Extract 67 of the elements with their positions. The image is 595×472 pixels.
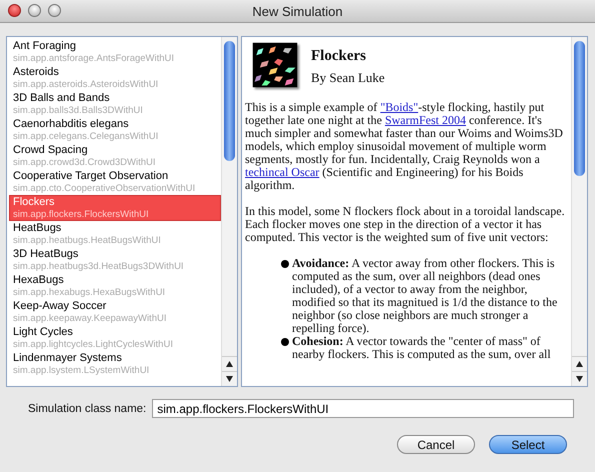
simulation-list-item[interactable]: Keep-Away Soccer sim.app.keepaway.KeepawayWithUI (9, 299, 221, 325)
description-paragraph: This is a simple example of "Boids"-style flocking, hastily put together late one night at the SwarmFest 2004 conference. It's much simpler and somewhat faster than our Woims and Woims3D models, which employ sinusoidal movement of multiple worm segments, mostly for fun. Incidentally, Craig Reynolds won a techincal Oscar (Scientific and Engineering) for his Boids algorithm. (245, 101, 564, 192)
simulation-class-name: sim.app.heatbugs3d.HeatBugs3DWithUI (13, 261, 185, 272)
simulation-name: Keep-Away Soccer (13, 300, 108, 313)
bullet-text: Avoidance: A vector away from other flockers. This is computed as the sum, over all neighbors (dead ones included), of a vector to away from the neighbor, modified so that its magnitued is 1/d the distance to the neighbor (so close neighbors are much stronger a repelling force). (292, 257, 558, 335)
simulation-class-name: sim.app.asteroids.AsteroidsWithUI (13, 79, 160, 90)
simulation-list-item[interactable]: Caenorhabditis elegans sim.app.celegans.CelegansWithUI (9, 117, 221, 143)
simulation-title: Flockers (311, 47, 367, 65)
author-text: By Sean Luke (311, 71, 385, 84)
simulation-class-name: sim.app.balls3d.Balls3DWithUI (13, 105, 144, 116)
simulation-name: Ant Foraging (13, 40, 77, 53)
select-button[interactable]: Select (489, 435, 567, 454)
simulation-name: Light Cycles (13, 326, 74, 339)
class-name-field[interactable]: sim.app.flockers.FlockersWithUI (152, 399, 574, 418)
cancel-button[interactable]: Cancel (397, 435, 475, 454)
simulation-list-item[interactable]: Light Cycles sim.app.lightcycles.LightCyclesWithUI (9, 325, 221, 351)
simulation-class-name: sim.app.antsforage.AntsForageWithUI (13, 53, 176, 64)
simulation-class-name: sim.app.keepaway.KeepawayWithUI (13, 313, 168, 324)
simulation-class-name: sim.app.heatbugs.HeatBugsWithUI (13, 235, 162, 246)
simulation-name: HexaBugs (13, 274, 65, 287)
simulation-list-item[interactable]: HeatBugs sim.app.heatbugs.HeatBugsWithUI (9, 221, 221, 247)
simulation-list-item[interactable]: Cooperative Target Observation sim.app.cto.CooperativeObservationWithUI (9, 169, 221, 195)
simulation-class-name: sim.app.lightcycles.LightCyclesWithUI (13, 339, 174, 350)
simulation-class-name: sim.app.lsystem.LSystemWithUI (13, 365, 150, 376)
simulation-list-item[interactable]: HexaBugs sim.app.hexabugs.HexaBugsWithUI (9, 273, 221, 299)
scroll-up-icon[interactable] (226, 361, 233, 367)
scrollbar[interactable] (221, 37, 237, 386)
simulation-name: Caenorhabditis elegans (13, 118, 130, 131)
bullet-icon (281, 260, 289, 268)
simulation-name: Crowd Spacing (13, 144, 89, 157)
simulation-list-item[interactable]: Lindenmayer Systems sim.app.lsystem.LSystemWithUI (9, 351, 221, 377)
text-link[interactable]: "Boids" (380, 100, 418, 114)
scroll-thumb[interactable] (574, 41, 585, 176)
flockers-icon (251, 41, 299, 89)
simulation-name: Asteroids (13, 66, 60, 79)
scroll-thumb[interactable] (224, 41, 235, 161)
description-paragraph: In this model, some N flockers flock about in a toroidal landscape. Each flocker moves one step in the direction of a vector it has computed. This vector is the weighted sum of five unit vectors: (245, 205, 565, 244)
bullet-icon (281, 338, 289, 346)
simulation-list-item[interactable]: Crowd Spacing sim.app.crowd3d.Crowd3DWithUI (9, 143, 221, 169)
bullet-text: Cohesion: A vector towards the "center of mass" of nearby flockers. This is computed as the sum, over all (292, 335, 552, 361)
text-link[interactable]: SwarmFest 2004 (384, 113, 466, 127)
simulation-list-item[interactable]: Ant Foraging sim.app.antsforage.AntsForageWithUI (9, 39, 221, 65)
simulation-name: HeatBugs (13, 222, 62, 235)
simulation-list-item[interactable]: Flockers sim.app.flockers.FlockersWithUI (9, 195, 221, 221)
simulation-name: Flockers (13, 196, 56, 209)
minimize-button[interactable] (28, 4, 41, 17)
window-title: New Simulation (252, 4, 343, 18)
simulation-name: Lindenmayer Systems (13, 352, 123, 365)
text-link[interactable]: techincal Oscar (245, 165, 320, 179)
class-name-label: Simulation class name: (28, 402, 146, 414)
simulation-class-name: sim.app.cto.CooperativeObservationWithUI (13, 183, 196, 194)
scrollbar[interactable] (571, 37, 587, 386)
simulation-name: Cooperative Target Observation (13, 170, 170, 183)
simulation-list-item[interactable]: Asteroids sim.app.asteroids.AsteroidsWithUI (9, 65, 221, 91)
simulation-list-item[interactable]: 3D HeatBugs sim.app.heatbugs3d.HeatBugs3DWithUI (9, 247, 221, 273)
simulation-class-name: sim.app.celegans.CelegansWithUI (13, 131, 160, 142)
scroll-down-icon[interactable] (226, 376, 233, 382)
simulation-name: 3D HeatBugs (13, 248, 80, 261)
simulation-class-name: sim.app.flockers.FlockersWithUI (13, 209, 150, 220)
close-button[interactable] (8, 4, 21, 17)
simulation-class-name: sim.app.hexabugs.HexaBugsWithUI (13, 287, 166, 298)
simulation-name: 3D Balls and Bands (13, 92, 111, 105)
simulation-class-name: sim.app.crowd3d.Crowd3DWithUI (13, 157, 157, 168)
zoom-button[interactable] (48, 4, 61, 17)
scroll-up-icon[interactable] (576, 361, 583, 367)
scroll-down-icon[interactable] (576, 376, 583, 382)
simulation-list-item[interactable]: 3D Balls and Bands sim.app.balls3d.Balls3DWithUI (9, 91, 221, 117)
